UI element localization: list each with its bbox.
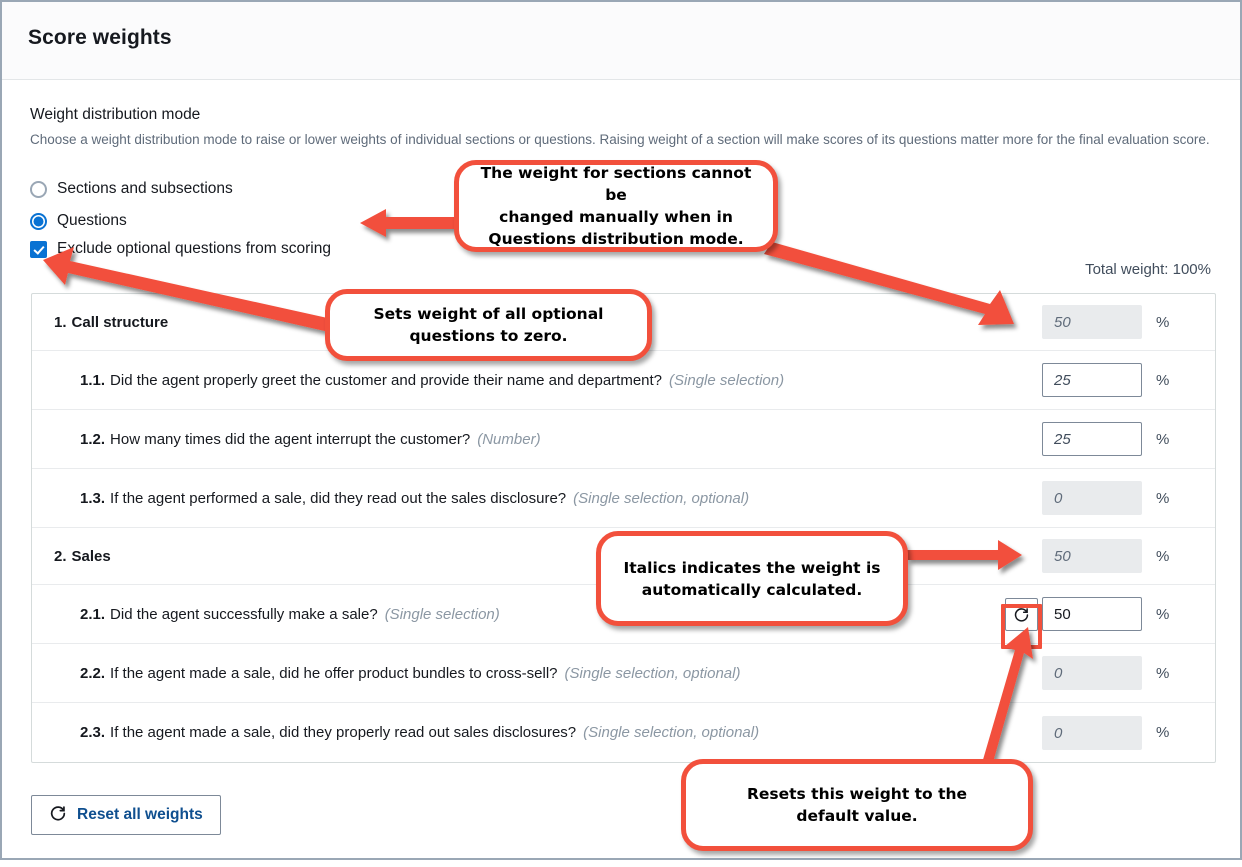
weight-cell: 0% [1000,481,1215,515]
weight-input: 0 [1042,656,1142,690]
table-row: 2. Sales 50% [32,528,1215,585]
row-question-type: (Number) [477,430,541,448]
score-weights-panel: Score weights Weight distribution mode C… [0,0,1242,860]
row-number: 2. [54,547,67,565]
percent-symbol: % [1156,664,1170,682]
weight-input[interactable]: 25 [1042,422,1142,456]
arrow-to-questions-radio [360,209,457,237]
row-number: 1.2. [80,430,106,448]
row-number: 2.1. [80,605,106,623]
weight-cell: 50% [1000,597,1215,649]
weight-input: 50 [1042,539,1142,573]
percent-symbol: % [1156,313,1170,331]
radio-questions[interactable]: Questions [30,212,127,230]
reset-button-slot [1000,597,1042,631]
checkbox-exclude-label: Exclude optional questions from scoring [57,240,331,257]
table-row: 2.3. If the agent made a sale, did they p… [32,703,1215,762]
reset-all-weights-label: Reset all weights [77,806,203,823]
row-text: If the agent made a sale, did they prope… [110,724,577,741]
weight-input: 0 [1042,481,1142,515]
weight-distribution-mode-description: Choose a weight distribution mode to rai… [30,132,1210,147]
weight-input[interactable]: 50 [1042,597,1142,631]
percent-symbol: % [1156,489,1170,507]
section-label: 1. Call structure [32,314,1000,331]
table-row: 1.3. If the agent performed a sale, did t… [32,469,1215,528]
percent-symbol: % [1156,605,1170,623]
checkbox-exclude-optional-questions[interactable]: Exclude optional questions from scoring [30,240,331,258]
row-question-type: (Single selection) [384,605,500,623]
total-weight-label: Total weight: 100% [1085,261,1211,278]
row-number: 1.1. [80,371,106,389]
weight-cell: 25% [1000,422,1215,456]
section-label: 2. Sales [32,548,1000,565]
weight-input[interactable]: 25 [1042,363,1142,397]
row-question-type: (Single selection, optional) [573,489,750,507]
row-question-type: (Single selection, optional) [564,664,741,682]
row-number: 2.3. [80,724,106,741]
callout-reset-default: Resets this weight to the default value. [681,759,1033,851]
radio-checked-icon [30,212,47,230]
question-label: 2.2. If the agent made a sale, did he off… [32,665,1000,682]
reset-weight-button[interactable] [1004,597,1038,631]
radio-sections-and-subsections[interactable]: Sections and subsections [30,180,233,198]
refresh-icon [1013,606,1030,623]
percent-symbol: % [1156,371,1170,389]
question-label: 1.3. If the agent performed a sale, did t… [32,490,1000,507]
radio-questions-label: Questions [57,212,127,229]
percent-symbol: % [1156,547,1170,565]
question-label: 2.3. If the agent made a sale, did they p… [32,724,1000,741]
weights-table: 1. Call structure 50% 1.1. Did the agent pro… [31,293,1216,763]
weight-input: 50 [1042,305,1142,339]
row-text: Did the agent properly greet the custome… [110,371,663,389]
row-text: How many times did the agent interrupt t… [110,430,471,448]
weight-cell: 25% [1000,363,1215,397]
panel-header: Score weights [2,2,1240,80]
refresh-icon [49,804,67,827]
question-label: 1.2. How many times did the agent interru… [32,431,1000,448]
row-number: 1.3. [80,489,106,507]
weight-cell: 50% [1000,305,1215,339]
row-text: If the agent made a sale, did he offer p… [110,664,558,682]
radio-sections-label: Sections and subsections [57,180,233,197]
weight-cell: 0% [1000,715,1215,750]
weight-distribution-mode-label: Weight distribution mode [30,106,201,123]
callout-sections-weight: The weight for sections cannot be change… [454,160,778,252]
table-row: 1. Call structure 50% [32,294,1215,351]
weight-cell: 0% [1000,656,1215,690]
row-text: Sales [71,547,111,565]
table-row: 1.2. How many times did the agent interru… [32,410,1215,469]
row-number: 2.2. [80,664,106,682]
weight-input: 0 [1042,715,1142,750]
page-title: Score weights [28,26,172,49]
row-text: Did the agent successfully make a sale? [110,605,378,623]
row-number: 1. [54,313,67,331]
row-question-type: (Single selection) [669,371,785,389]
percent-symbol: % [1156,724,1170,741]
radio-unchecked-icon [30,180,47,198]
percent-symbol: % [1156,430,1170,448]
row-text: Call structure [71,313,169,331]
row-text: If the agent performed a sale, did they … [110,489,567,507]
table-row: 2.1. Did the agent successfully make a sa… [32,585,1215,649]
question-label: 1.1. Did the agent properly greet the cus… [32,372,1000,389]
reset-all-weights-button[interactable]: Reset all weights [31,795,221,835]
table-row: 2.2. If the agent made a sale, did he off… [32,644,1215,703]
checkmark-icon [30,240,47,258]
row-question-type: (Single selection, optional) [583,724,760,741]
table-row: 1.1. Did the agent properly greet the cus… [32,351,1215,410]
question-label: 2.1. Did the agent successfully make a sa… [32,606,1000,623]
weight-cell: 50% [1000,539,1215,573]
